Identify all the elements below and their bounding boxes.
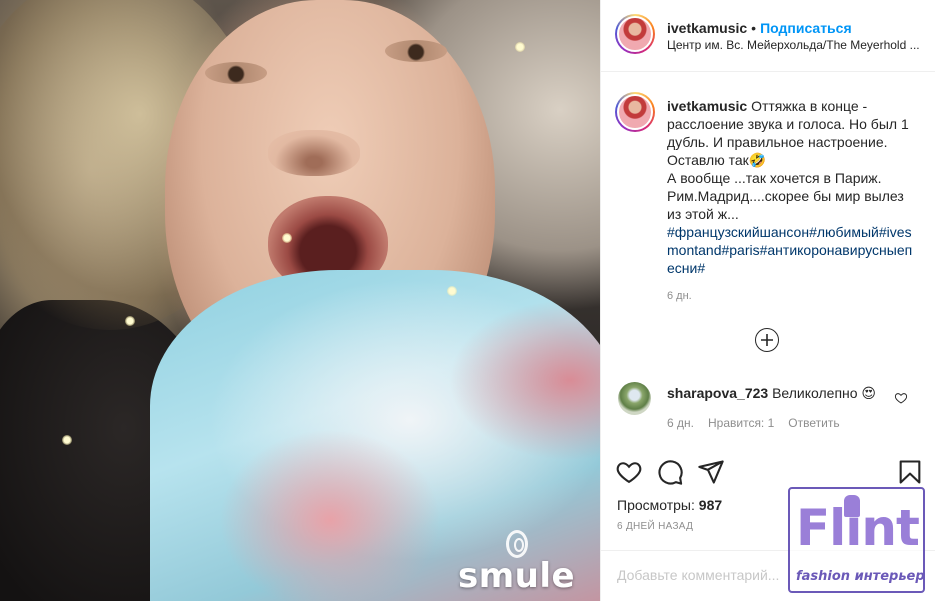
- bookmark-icon[interactable]: [896, 458, 924, 486]
- comment-meta: 6 дн. Нравится: 1 Ответить: [667, 416, 854, 430]
- comment-username[interactable]: sharapova_723: [667, 385, 768, 401]
- comment-like-heart-icon[interactable]: [894, 391, 908, 405]
- header-line: ivetkamusic • Подписаться: [667, 20, 852, 36]
- post-actions-bar: [601, 458, 935, 490]
- comment-item: sharapova_723 Великолепно 😍: [667, 385, 876, 402]
- comment-text: Великолепно 😍: [772, 385, 877, 401]
- paper-plane-icon[interactable]: [697, 458, 725, 486]
- comment-reply-button[interactable]: Ответить: [788, 416, 839, 430]
- smule-logo-icon: [505, 530, 528, 558]
- comment-likes[interactable]: Нравится: 1: [708, 416, 774, 430]
- sparkle-decoration: [515, 42, 525, 52]
- views-label: Просмотры:: [617, 497, 695, 513]
- commenter-avatar[interactable]: [618, 382, 651, 415]
- author-avatar[interactable]: [615, 14, 655, 54]
- author-username[interactable]: ivetkamusic: [667, 20, 747, 36]
- post-media-video[interactable]: smule: [0, 0, 600, 601]
- caption-timestamp: 6 дн.: [667, 290, 692, 302]
- sparkle-decoration: [125, 316, 135, 326]
- post-header: ivetkamusic • Подписаться Центр им. Вс. Ме…: [601, 0, 935, 72]
- smule-watermark: smule: [458, 530, 575, 596]
- heart-icon[interactable]: [615, 458, 643, 486]
- media-eye-shape: [205, 62, 267, 84]
- flint-watermark-logo: Flint fashion интерьер: [788, 487, 925, 593]
- load-more-comments-button[interactable]: [755, 328, 779, 352]
- post-caption: ivetkamusic Оттяжка в конце - расслоение…: [667, 97, 917, 277]
- watermark-subtitle: fashion интерьер: [796, 569, 925, 584]
- follow-button[interactable]: Подписаться: [760, 20, 852, 36]
- post-location[interactable]: Центр им. Вс. Мейерхольда/The Meyerhold …: [667, 38, 927, 52]
- views-number: 987: [698, 497, 723, 513]
- smule-watermark-text: smule: [458, 556, 576, 596]
- speech-bubble-icon[interactable]: [656, 458, 684, 486]
- views-count[interactable]: Просмотры: 987: [617, 497, 722, 513]
- watermark-title: Flint: [796, 499, 920, 557]
- sparkle-decoration: [282, 233, 292, 243]
- sparkle-decoration: [62, 435, 72, 445]
- media-nose-shape: [268, 130, 360, 176]
- sparkle-decoration: [447, 286, 457, 296]
- separator-dot: •: [751, 20, 757, 36]
- caption-username[interactable]: ivetkamusic: [667, 98, 747, 114]
- media-eye-shape: [385, 40, 447, 62]
- post-timestamp: 6 ДНЕЙ НАЗАД: [617, 521, 694, 532]
- caption-hashtags[interactable]: #французскийшансон#любимый#ivesmontand#p…: [667, 223, 917, 277]
- plus-circle-icon: [761, 334, 773, 346]
- caption-author-avatar[interactable]: [615, 92, 655, 132]
- comment-time: 6 дн.: [667, 416, 694, 430]
- caption-text-continued: А вообще ...так хочется в Париж. Рим.Мад…: [667, 170, 904, 222]
